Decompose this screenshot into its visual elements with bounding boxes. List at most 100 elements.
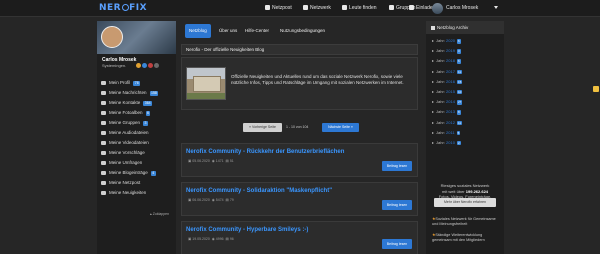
tab-nutzungsbedingungen[interactable]: Nutzungsbedingungen — [276, 24, 329, 38]
count-badge: 3 — [143, 120, 148, 126]
learn-more-button[interactable]: Mehr über Nerofix erfahren — [434, 198, 496, 207]
post-meta: ▣ 19.05.2020 ◉ 4996 ▤ 96 — [188, 237, 234, 241]
contacts-icon — [101, 100, 106, 105]
caret-right-icon — [432, 101, 434, 104]
sidebar-item-netzpost[interactable]: Meine Netzpost — [97, 178, 176, 188]
tab-bar: Netzblog Über uns Hilfe-Center Nutzungsb… — [181, 21, 418, 40]
count-badge: 364 — [143, 100, 153, 106]
top-navbar: NER FIX Netzpost Netzwerk Leute finden Gr… — [0, 0, 600, 17]
caret-right-icon — [432, 90, 434, 93]
profile-avatar[interactable] — [101, 26, 123, 48]
sidebar-item-audio[interactable]: Meine Audiodateien — [97, 128, 176, 138]
mail-icon — [101, 180, 106, 185]
post-title[interactable]: Nerofix Community - Solidaraktion "Maske… — [186, 188, 332, 194]
post-meta: ▣ 05.06.2020 ◉ 1471 ▤ 51 — [188, 159, 234, 163]
post-meta: ▣ 06.06.2020 ◉ 5474 ▤ 79 — [188, 198, 234, 202]
count-badge: 76 — [133, 80, 141, 86]
blog-post: Nerofix Community - Rückkehr der Benutze… — [181, 143, 418, 177]
tab-ueber-uns[interactable]: Über uns — [215, 24, 241, 38]
archive-icon — [431, 25, 435, 30]
page-info: 1 - 10 von 104 — [286, 125, 309, 129]
archive-year[interactable]: Jahr: 2018 6 — [432, 56, 462, 66]
video-icon — [101, 140, 106, 145]
badge-icon — [136, 63, 141, 68]
profile-status: Systemingen. — [102, 63, 127, 68]
archive-year[interactable]: Jahr: 2013 8 — [432, 107, 462, 117]
sidebar-item-profil[interactable]: Mein Profil 76 — [97, 78, 176, 88]
collapse-link[interactable]: ▴ Zuklappen — [150, 212, 169, 216]
archive-year[interactable]: Jahr: 2020 6 — [432, 36, 462, 46]
logo-ring-icon — [121, 4, 129, 11]
blog-post: Nerofix Community - Solidaraktion "Maske… — [181, 182, 418, 216]
sidebar-item-nachrichten[interactable]: Meine Nachrichten 158 — [97, 88, 176, 98]
archive-year[interactable]: Jahr: 2014 27 — [432, 97, 463, 107]
caret-right-icon — [432, 121, 434, 124]
post-title[interactable]: Nerofix Community - Rückkehr der Benutze… — [186, 149, 344, 155]
sidebar-item-blog[interactable]: Meine Blogeinträge 4 — [97, 168, 176, 178]
poll-icon — [101, 160, 106, 165]
extension-icon[interactable] — [593, 86, 599, 92]
building-shape — [193, 76, 221, 92]
badge-icon — [148, 63, 153, 68]
right-sidebar: Netzblog Archiv Jahr: 2020 6 Jahr: 2019 3 … — [426, 21, 504, 254]
search-user-icon — [342, 5, 347, 10]
count-badge: 6 — [145, 110, 151, 116]
nav-leute-finden[interactable]: Leute finden — [342, 5, 377, 11]
user-avatar[interactable] — [432, 3, 443, 14]
nav-netzpost[interactable]: Netzpost — [265, 5, 292, 11]
read-post-button[interactable]: Beitrag lesen — [382, 200, 412, 210]
sidebar-item-umfragen[interactable]: Meine Umfragen — [97, 158, 176, 168]
mail-icon — [265, 5, 270, 10]
read-post-button[interactable]: Beitrag lesen — [382, 161, 412, 171]
feature-item: ★Soziales Netzwerk für Gemeinsame und Me… — [432, 217, 496, 227]
caret-right-icon — [432, 131, 434, 134]
badge-icon — [142, 63, 147, 68]
caret-right-icon — [432, 50, 434, 53]
sidebar-item-kontakte[interactable]: Meine Kontakte 364 — [97, 98, 176, 108]
blog-post: Nerofix Community - Hyperbare Smileys :-… — [181, 221, 418, 254]
archive-year[interactable]: Jahr: 2010 2 — [432, 138, 462, 148]
user-menu-name[interactable]: Carlos Mrosek — [446, 5, 478, 11]
archive-year[interactable]: Jahr: 2017 11 — [432, 67, 463, 77]
sidebar-item-fotoalben[interactable]: Meine Fotoalben 6 — [97, 108, 176, 118]
next-page-button[interactable]: Nächste Seite » — [322, 123, 359, 132]
sidebar-item-gruppen[interactable]: Meine Gruppen 3 — [97, 118, 176, 128]
sidebar-item-neuigkeiten[interactable]: Meine Neuigkeiten — [97, 188, 176, 198]
archive-year[interactable]: Jahr: 2019 3 — [432, 46, 462, 56]
left-sidebar: Carlos Mrosek Systemingen. Mein Profil 76… — [97, 21, 176, 254]
sidebar-item-video[interactable]: Meine Videodateien — [97, 138, 176, 148]
archive-year[interactable]: Jahr: 2015 10 — [432, 87, 463, 97]
user-icon — [101, 80, 106, 85]
tab-netzblog[interactable]: Netzblog — [185, 24, 211, 38]
profile-badges — [136, 63, 160, 70]
photo-icon — [101, 110, 106, 115]
music-icon — [101, 130, 106, 135]
archive-heading: Netzblog Archiv — [426, 21, 504, 34]
chevron-down-icon[interactable] — [494, 6, 498, 9]
badge-icon — [154, 63, 159, 68]
sidebar-item-vorschlaege[interactable]: Meine Vorschläge — [97, 148, 176, 158]
tab-hilfe-center[interactable]: Hilfe-Center — [241, 24, 273, 38]
archive-year[interactable]: Jahr: 2016 15 — [432, 77, 463, 87]
invite-icon — [409, 5, 414, 10]
caret-right-icon — [432, 80, 434, 83]
prev-page-button[interactable]: « Vorherige Seite — [243, 123, 282, 132]
count-badge: 4 — [150, 170, 156, 176]
network-icon — [303, 5, 308, 10]
nav-netzwerk[interactable]: Netzwerk — [303, 5, 331, 11]
archive-year[interactable]: Jahr: 2011 5 — [432, 128, 462, 138]
caret-right-icon — [432, 141, 434, 144]
lightbulb-icon — [101, 150, 106, 155]
blog-heading: Nerofix - Der offizielle Neuigkeiten Blo… — [181, 44, 418, 55]
archive-list: Jahr: 2020 6 Jahr: 2019 3 Jahr: 2018 6 Jahr… — [432, 36, 463, 148]
envelope-icon — [101, 90, 106, 95]
post-title[interactable]: Nerofix Community - Hyperbare Smileys :-… — [186, 227, 308, 233]
count-badge: 158 — [149, 90, 159, 96]
group-icon — [101, 120, 106, 125]
feature-item: ★Ständige Weiterentwicklung gemeinsam mi… — [432, 233, 485, 243]
read-post-button[interactable]: Beitrag lesen — [382, 239, 412, 249]
nerofix-logo[interactable]: NER FIX — [99, 3, 147, 13]
blog-intro-text: Offizielle Neuigkeiten und Aktuelles run… — [231, 74, 404, 85]
group-icon — [389, 5, 394, 10]
archive-year[interactable]: Jahr: 2012 11 — [432, 118, 463, 128]
